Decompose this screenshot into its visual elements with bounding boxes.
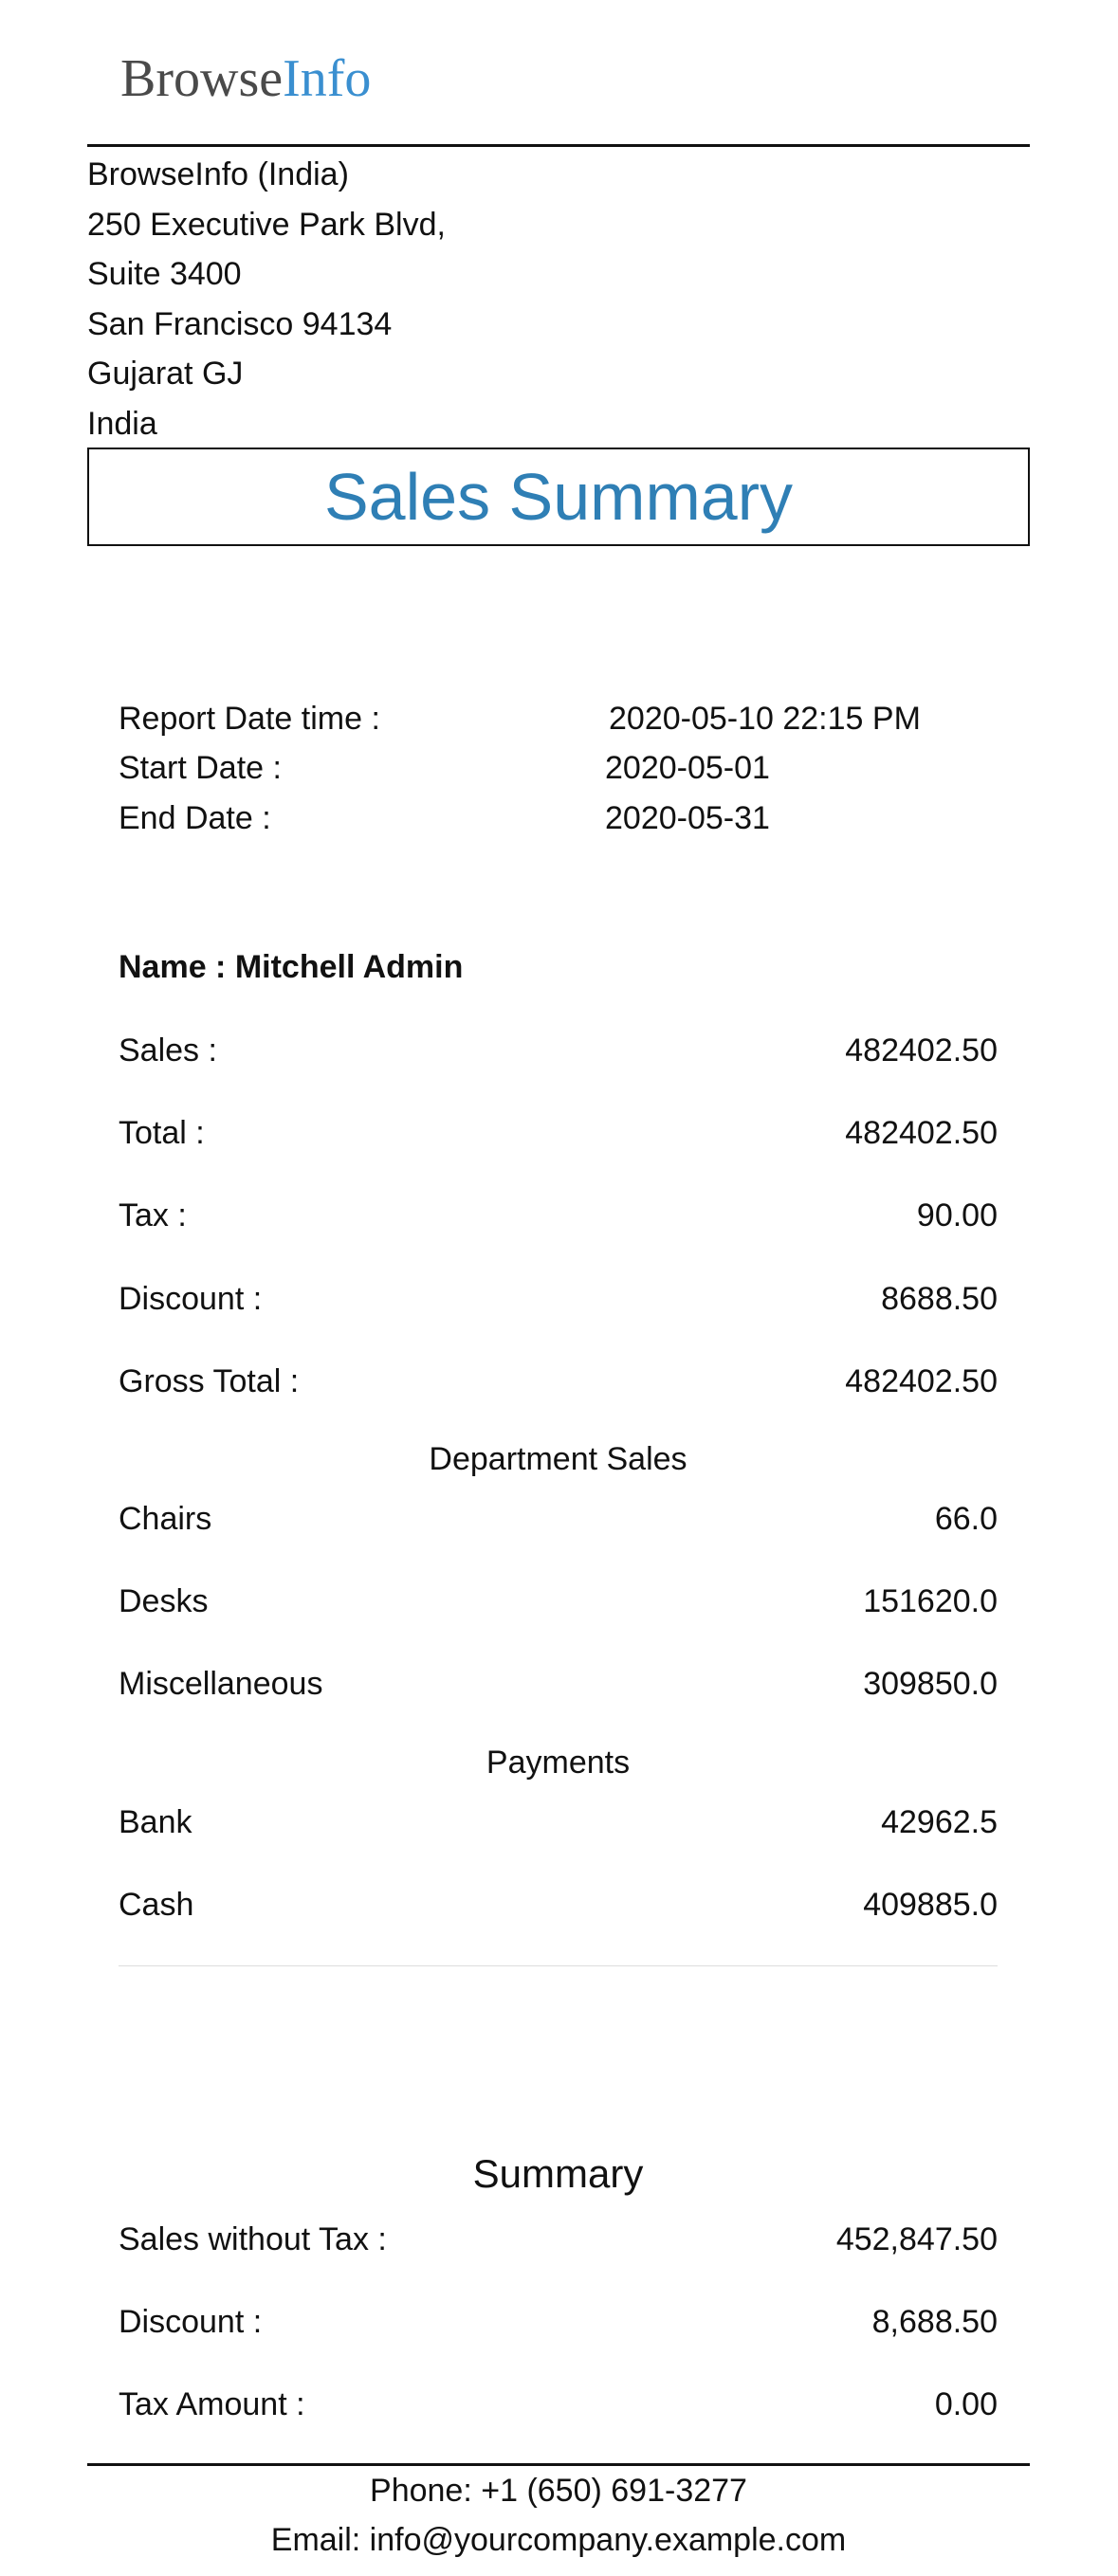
department-value: 66.0 <box>934 1501 998 1537</box>
payment-label: Cash <box>119 1887 194 1923</box>
department-label: Chairs <box>119 1501 212 1537</box>
summary-value: 452,847.50 <box>835 2221 998 2257</box>
user-name-text: Name : Mitchell Admin <box>119 948 463 986</box>
totals-value: 482402.50 <box>845 1115 998 1151</box>
section-divider <box>119 1965 998 1966</box>
report-datetime-value: 2020-05-10 22:15 PM <box>609 701 921 737</box>
address-line: Suite 3400 <box>87 256 242 292</box>
company-address: BrowseInfo (India) 250 Executive Park Bl… <box>87 150 446 448</box>
end-date-value: 2020-05-31 <box>605 800 770 836</box>
totals-label: Total : <box>119 1115 205 1151</box>
report-title: Sales Summary <box>323 460 794 534</box>
start-date-value: 2020-05-01 <box>605 750 770 786</box>
logo-part-browse: Browse <box>120 49 284 108</box>
footer-phone: Phone: +1 (650) 691-3277 <box>370 2473 747 2509</box>
totals-label: Tax : <box>119 1197 187 1233</box>
header-divider <box>87 144 1030 147</box>
user-name-value: Mitchell Admin <box>234 949 464 985</box>
department-label: Miscellaneous <box>119 1666 323 1702</box>
summary-value: 8,688.50 <box>871 2304 998 2340</box>
totals-label: Sales : <box>119 1032 217 1069</box>
payment-value: 409885.0 <box>863 1887 998 1923</box>
user-name-label: Name : <box>119 949 227 985</box>
end-date-label: End Date : <box>119 800 271 836</box>
footer-divider <box>87 2463 1030 2466</box>
totals-value: 482402.50 <box>845 1032 998 1069</box>
summary-label: Sales without Tax : <box>119 2221 387 2257</box>
address-line: BrowseInfo (India) <box>87 156 349 192</box>
summary-value: 0.00 <box>934 2386 998 2422</box>
company-logo: BrowseInfo <box>120 52 371 105</box>
totals-label: Discount : <box>119 1281 263 1317</box>
totals-label: Gross Total : <box>119 1363 300 1399</box>
report-page: BrowseInfo BrowseInfo (India) 250 Execut… <box>0 0 1118 2576</box>
summary-heading: Summary <box>472 2151 644 2196</box>
department-sales-heading: Department Sales <box>429 1441 687 1477</box>
address-line: 250 Executive Park Blvd, <box>87 206 446 243</box>
address-line: India <box>87 405 157 442</box>
department-value: 309850.0 <box>863 1666 998 1702</box>
totals-value: 90.00 <box>916 1197 998 1233</box>
department-label: Desks <box>119 1583 209 1619</box>
footer-email: Email: info@yourcompany.example.com <box>270 2522 847 2558</box>
logo-part-info: Info <box>283 49 372 108</box>
summary-label: Tax Amount : <box>119 2386 305 2422</box>
address-line: Gujarat GJ <box>87 356 244 392</box>
payments-heading: Payments <box>486 1745 631 1781</box>
start-date-label: Start Date : <box>119 750 282 786</box>
totals-value: 482402.50 <box>845 1363 998 1399</box>
department-value: 151620.0 <box>863 1583 998 1619</box>
summary-label: Discount : <box>119 2304 263 2340</box>
report-title-box: Sales Summary <box>87 448 1030 546</box>
payment-value: 42962.5 <box>881 1804 998 1840</box>
totals-value: 8688.50 <box>881 1281 998 1317</box>
payment-label: Bank <box>119 1804 192 1840</box>
report-datetime-label: Report Date time : <box>119 701 380 737</box>
address-line: San Francisco 94134 <box>87 305 393 342</box>
